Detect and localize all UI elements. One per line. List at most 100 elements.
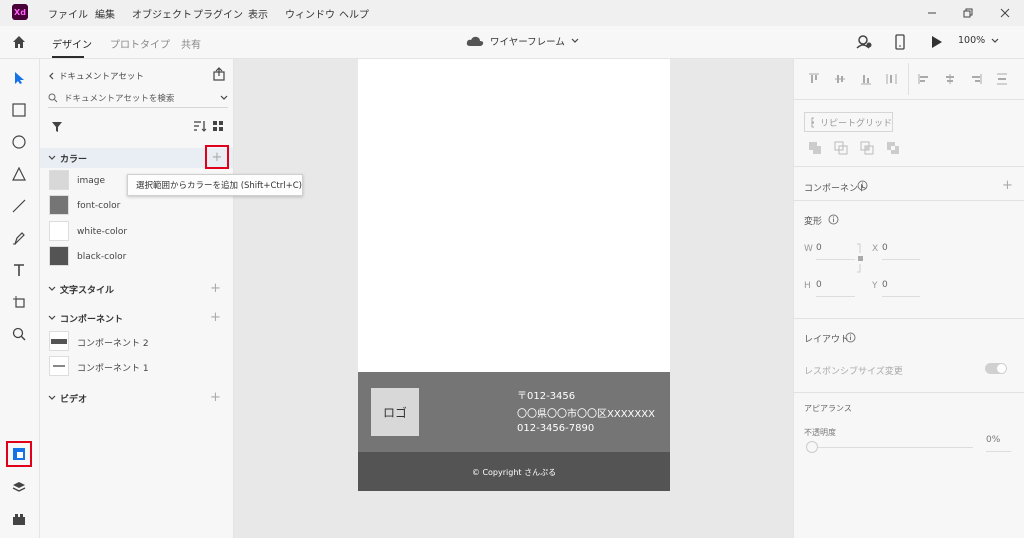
pen-tool-icon[interactable] (8, 227, 30, 249)
sort-icon[interactable] (193, 120, 207, 135)
add-color-tooltip: 選択範囲からカラーを追加 (Shift+Ctrl+C) (127, 174, 303, 196)
tab-design[interactable]: デザイン (52, 36, 92, 51)
document-assets-back[interactable]: ドキュメントアセット (48, 70, 144, 82)
height-value[interactable]: 0 (816, 280, 822, 290)
layers-icon[interactable] (8, 476, 30, 498)
zoom-tool-icon[interactable] (8, 323, 30, 345)
align-right-icon[interactable] (970, 73, 982, 85)
info-icon[interactable] (828, 214, 839, 228)
boolean-add-icon[interactable] (808, 141, 822, 158)
divider (793, 200, 1024, 201)
share-export-icon[interactable] (212, 67, 226, 84)
close-icon[interactable] (997, 5, 1013, 21)
rectangle-tool-icon[interactable] (8, 99, 30, 121)
repeat-grid-icon (811, 117, 814, 127)
component-thumbnail[interactable] (49, 331, 69, 351)
align-left-icon[interactable] (918, 73, 930, 85)
width-value[interactable]: 0 (816, 243, 822, 253)
zoom-dropdown[interactable]: 100% (958, 35, 999, 46)
menu-plugins[interactable]: プラグイン (193, 6, 243, 21)
home-icon[interactable] (11, 34, 27, 53)
appearance-label: アピアランス (804, 404, 852, 413)
grid-view-icon[interactable] (212, 120, 224, 135)
video-header-label: ビデオ (60, 394, 88, 405)
add-video-icon[interactable]: + (210, 390, 221, 405)
color-name: white-color (77, 227, 128, 237)
color-swatch-font-color[interactable] (49, 195, 69, 215)
asset-search-input[interactable]: ドキュメントアセットを検索 (48, 88, 228, 108)
document-title: ワイヤーフレーム (490, 37, 565, 48)
menu-view[interactable]: 表示 (248, 6, 268, 21)
document-title-dropdown[interactable]: ワイヤーフレーム (466, 34, 579, 48)
chevron-down-icon (48, 315, 56, 320)
divider (793, 99, 1024, 100)
color-name: font-color (77, 201, 121, 211)
address[interactable]: 〇〇県〇〇市〇〇区XXXXXXX (517, 405, 655, 420)
copyright-text[interactable]: © Copyright さんぷる (358, 467, 670, 478)
align-top-icon[interactable] (808, 73, 820, 85)
plus-icon: + (211, 149, 223, 165)
search-placeholder: ドキュメントアセットを検索 (64, 93, 175, 104)
color-name: black-color (77, 252, 127, 262)
add-text-style-icon[interactable]: + (210, 281, 221, 296)
menu-window[interactable]: ウィンドウ (285, 6, 335, 21)
minimize-icon[interactable] (924, 5, 940, 21)
distribute-vertical-icon[interactable] (886, 73, 898, 85)
distribute-horizontal-icon[interactable] (996, 73, 1008, 85)
postal-code[interactable]: 〒012-3456 (517, 387, 575, 402)
lock-aspect-icon[interactable] (856, 243, 864, 276)
colors-section-header[interactable]: カラー (48, 149, 228, 167)
repeat-grid-button[interactable]: リピートグリッド (804, 112, 893, 132)
ellipse-tool-icon[interactable] (8, 131, 30, 153)
polygon-tool-icon[interactable] (8, 163, 30, 185)
x-value[interactable]: 0 (882, 243, 888, 253)
opacity-slider-track[interactable] (818, 447, 973, 448)
menu-object[interactable]: オブジェクト (132, 6, 192, 21)
boolean-intersect-icon[interactable] (860, 141, 874, 158)
y-value[interactable]: 0 (882, 280, 888, 290)
text-styles-section-header[interactable]: 文字スタイル (48, 280, 228, 298)
line-tool-icon[interactable] (8, 195, 30, 217)
menu-edit[interactable]: 編集 (95, 6, 115, 21)
colors-header-label: カラー (60, 154, 88, 165)
tab-prototype[interactable]: プロトタイプ (110, 36, 170, 51)
layout-label: レイアウト (804, 335, 850, 345)
add-component-icon[interactable]: + (210, 310, 221, 325)
video-section-header[interactable]: ビデオ (48, 389, 228, 407)
align-center-icon[interactable] (944, 73, 956, 85)
components-section-header[interactable]: コンポーネント (48, 309, 228, 327)
opacity-label: 不透明度 (804, 428, 836, 437)
menu-help[interactable]: ヘルプ (339, 6, 369, 21)
select-tool-icon[interactable] (8, 67, 30, 89)
play-icon[interactable] (931, 35, 943, 52)
opacity-value[interactable]: 0% (986, 435, 1000, 445)
align-middle-icon[interactable] (834, 73, 846, 85)
phone-number[interactable]: 012-3456-7890 (517, 423, 594, 434)
responsive-resize-toggle[interactable] (985, 363, 1007, 374)
color-swatch-black-color[interactable] (49, 246, 69, 266)
align-bottom-icon[interactable] (860, 73, 872, 85)
tab-share[interactable]: 共有 (181, 36, 201, 51)
info-icon[interactable] (845, 332, 856, 346)
color-swatch-white-color[interactable] (49, 221, 69, 241)
device-preview-icon[interactable] (894, 34, 906, 53)
restore-icon[interactable] (960, 5, 976, 21)
menu-file[interactable]: ファイル (48, 6, 88, 21)
plugins-icon[interactable] (8, 508, 30, 530)
component-thumbnail[interactable] (49, 356, 69, 376)
logo-placeholder[interactable]: ロゴ (371, 388, 419, 436)
filter-icon[interactable] (51, 121, 63, 136)
boolean-exclude-icon[interactable] (886, 141, 900, 158)
opacity-slider-handle[interactable] (806, 441, 818, 453)
user-icon[interactable] (856, 34, 872, 53)
assets-panel-button[interactable] (6, 441, 32, 467)
text-styles-header-label: 文字スタイル (60, 285, 115, 296)
text-tool-icon[interactable] (8, 259, 30, 281)
add-color-button[interactable]: + (205, 145, 229, 169)
divider (793, 392, 1024, 393)
artboard-tool-icon[interactable] (8, 291, 30, 313)
boolean-subtract-icon[interactable] (834, 141, 848, 158)
add-component-icon[interactable]: + (1002, 178, 1013, 193)
info-icon[interactable] (857, 180, 868, 194)
color-swatch-image[interactable] (49, 170, 69, 190)
